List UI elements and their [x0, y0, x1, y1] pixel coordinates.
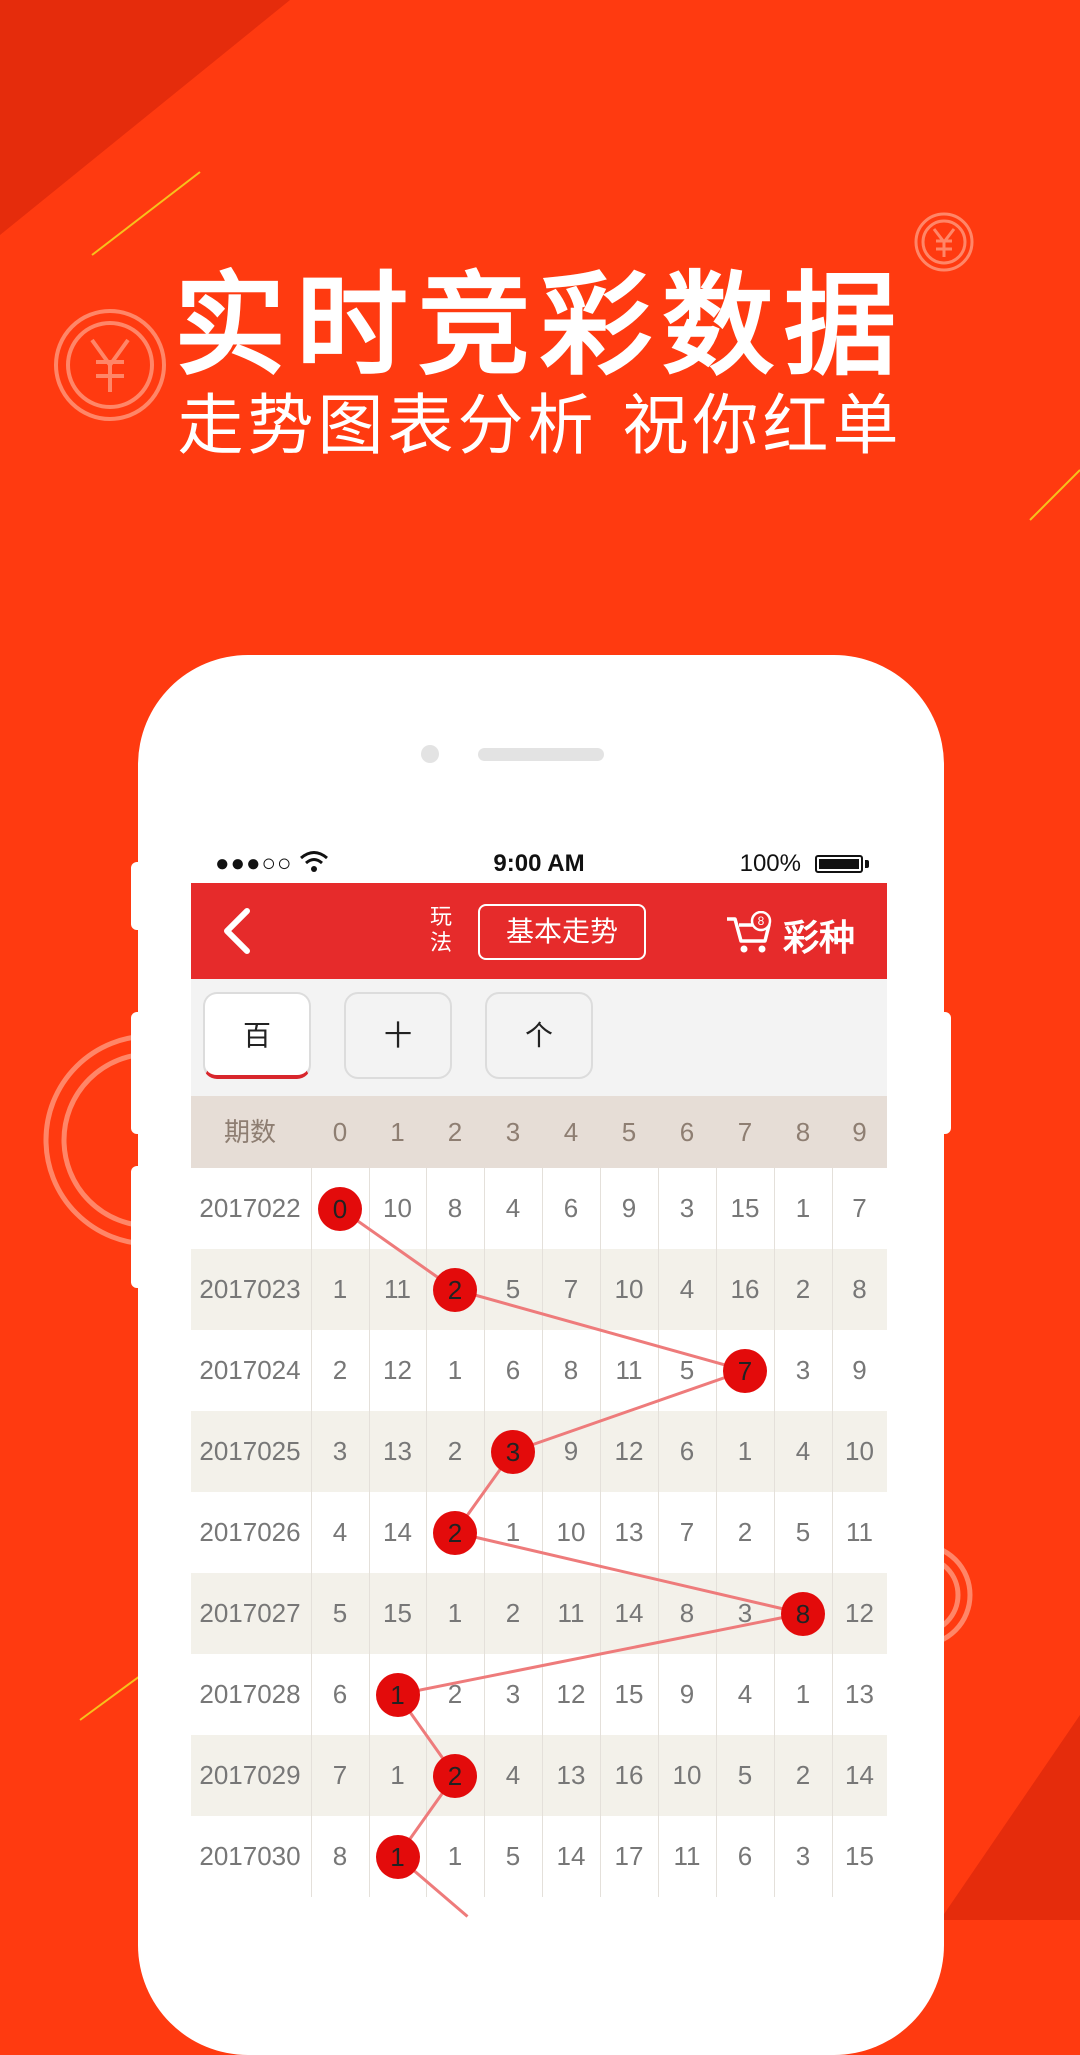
hit-ball: 0	[318, 1186, 362, 1231]
lottery-type-button[interactable]: 彩种	[783, 909, 855, 961]
hit-ball: 2	[433, 1753, 477, 1798]
hit-ball: 1	[375, 1834, 420, 1879]
cart-badge: 8	[758, 914, 765, 928]
nav-bar: 玩 法 基本走势 8 彩种	[191, 883, 887, 979]
cart-icon[interactable]: 8	[725, 911, 773, 955]
promo-subline: 走势图表分析 祝你红单	[177, 387, 903, 464]
battery-icon	[815, 855, 863, 873]
play-method-label[interactable]: 玩 法	[426, 905, 456, 957]
battery-percent: 100%	[739, 850, 801, 877]
digit-tabs: 百 十 个	[191, 979, 887, 1096]
tab-tens[interactable]: 十	[344, 992, 452, 1079]
chevron-left-icon[interactable]	[215, 905, 263, 957]
camera-dot	[421, 745, 439, 763]
hit-ball: 3	[491, 1429, 535, 1474]
app-screen: ●●●○○ 9:00 AM 100% 玩 法 基本走势 8 彩种 百 十 个 期…	[191, 845, 887, 1920]
basic-trend-button[interactable]: 基本走势	[478, 904, 646, 960]
battery-tip	[865, 860, 869, 868]
tab-hundreds[interactable]: 百	[203, 992, 311, 1079]
hit-ball: 8	[781, 1591, 825, 1636]
tab-ones[interactable]: 个	[485, 992, 593, 1079]
speaker-slot	[478, 748, 604, 761]
hit-ball: 2	[433, 1510, 477, 1555]
hit-ball: 7	[723, 1348, 767, 1393]
hit-ball: 1	[375, 1672, 420, 1717]
trend-polyline	[339, 1207, 804, 1918]
trend-line	[339, 1207, 804, 1918]
hit-ball: 2	[433, 1267, 477, 1312]
status-bar: ●●●○○ 9:00 AM 100%	[191, 845, 887, 883]
